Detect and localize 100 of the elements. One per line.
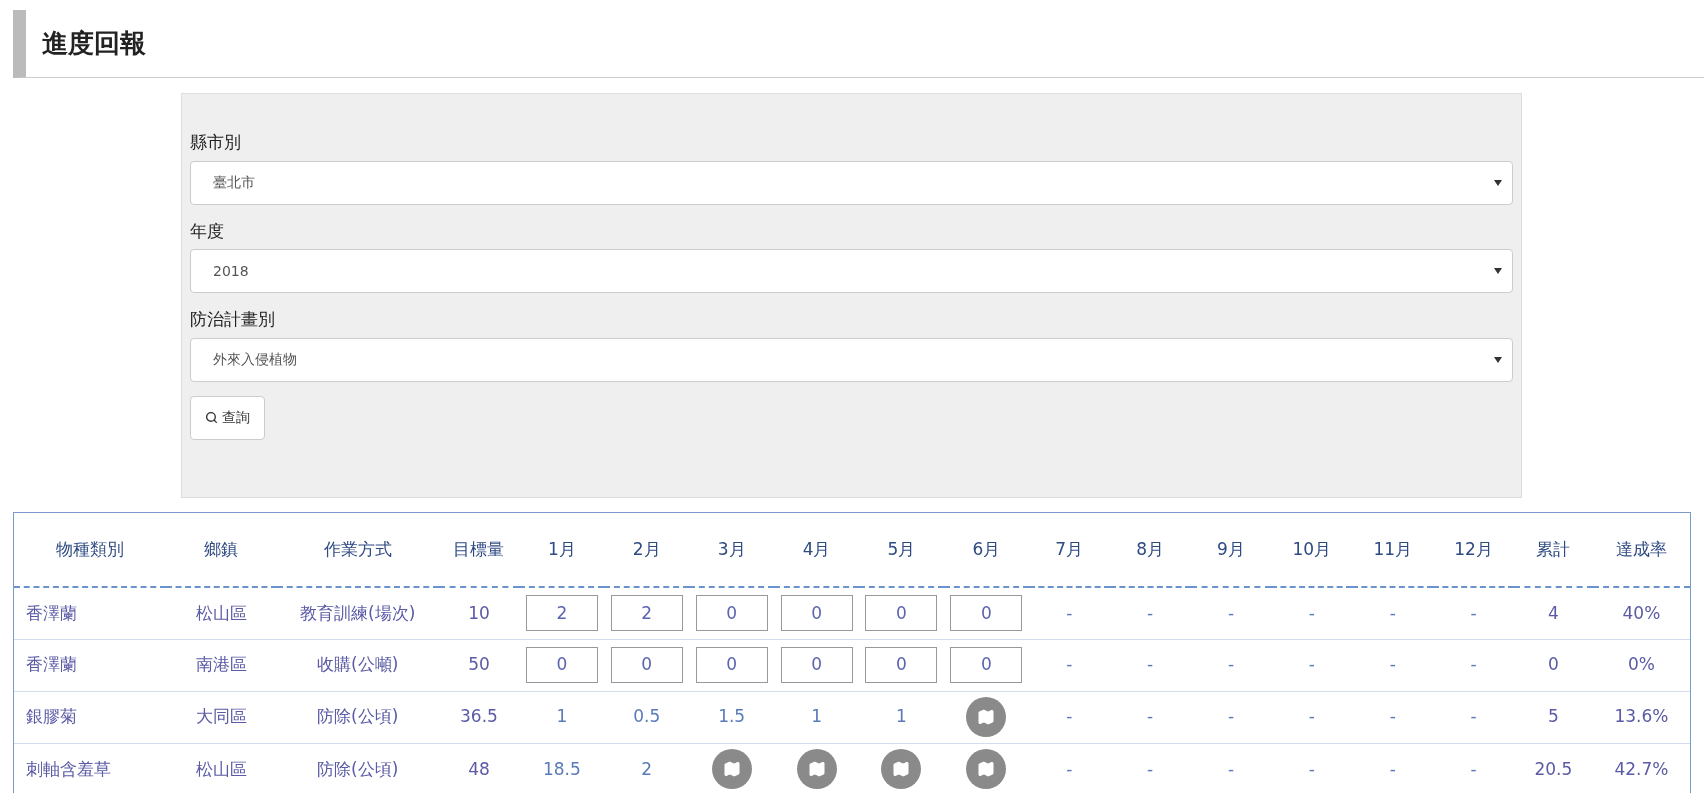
table-cell: - (1227, 758, 1235, 779)
value-input[interactable]: 0 (865, 595, 938, 632)
column-header: 達成率 (1592, 513, 1690, 587)
table-cell: 松山區 (165, 587, 277, 639)
value-input[interactable]: 0 (780, 595, 853, 632)
value-input[interactable]: 0 (950, 647, 1023, 683)
table-cell: 40% (1592, 587, 1690, 639)
field-label: 年度 (190, 219, 225, 243)
table-cell: - (1470, 654, 1477, 675)
field-label: 防治計畫別 (190, 308, 276, 331)
table-cell: - (1389, 706, 1396, 727)
column-header: 8月 (1109, 513, 1191, 587)
table-cell: 42.7% (1592, 743, 1690, 793)
dropdown-value: 外來入侵植物 (213, 350, 297, 369)
table-cell: 18.5 (542, 758, 581, 779)
table-cell: 2 (641, 758, 653, 779)
caret-icon (1494, 268, 1502, 274)
value-input[interactable]: 0 (610, 647, 683, 683)
map-button[interactable] (966, 749, 1007, 790)
table-cell: - (1308, 602, 1315, 623)
map-icon (722, 760, 741, 779)
table-cell: - (1066, 602, 1073, 623)
table-cell: 刺軸含羞草 (14, 743, 166, 793)
map-button[interactable] (881, 749, 922, 790)
table-cell: - (1227, 654, 1235, 675)
map-button[interactable] (966, 697, 1007, 737)
value-input[interactable]: 0 (865, 647, 938, 683)
value-input[interactable]: 2 (610, 595, 683, 632)
column-header: 6月 (943, 513, 1029, 587)
column-header: 作業方式 (276, 513, 439, 587)
table-cell: 銀膠菊 (14, 691, 166, 743)
map-button[interactable] (711, 749, 752, 790)
column-header: 物種類別 (14, 513, 166, 587)
table-cell: 5 (1514, 691, 1593, 743)
map-icon (977, 708, 996, 726)
table-cell: - (1308, 758, 1315, 779)
value-input[interactable]: 0 (950, 595, 1023, 632)
table-cell: 10 (438, 587, 520, 639)
table-cell: 松山區 (165, 743, 277, 793)
dropdown[interactable]: 外來入侵植物 (190, 337, 1513, 382)
column-header: 11月 (1352, 513, 1434, 587)
map-button[interactable] (796, 749, 837, 790)
table-cell: - (1147, 758, 1154, 779)
value-input[interactable]: 0 (695, 647, 768, 683)
dropdown[interactable]: 2018 (190, 249, 1513, 293)
table-cell: 1 (896, 706, 907, 727)
table-cell: 50 (438, 639, 520, 691)
value-input[interactable]: 2 (525, 595, 598, 632)
table-cell: 0 (1514, 639, 1593, 691)
caret-icon (1494, 179, 1502, 186)
column-header: 鄉鎮 (165, 513, 277, 587)
table-cell: 大同區 (165, 691, 277, 743)
column-header: 12月 (1433, 513, 1514, 587)
column-header: 10月 (1271, 513, 1353, 587)
column-header: 1月 (519, 513, 605, 587)
table-cell: 收購(公噸) (276, 639, 439, 691)
column-header: 7月 (1028, 513, 1110, 587)
table-cell: - (1308, 654, 1315, 675)
table-cell: 36.5 (438, 691, 520, 743)
table-cell: 1.5 (718, 706, 746, 727)
map-icon (977, 760, 996, 779)
caret-icon (1494, 356, 1502, 363)
column-header: 累計 (1514, 513, 1593, 587)
dropdown-value: 臺北市 (213, 173, 255, 192)
table-cell: - (1147, 706, 1154, 727)
table-cell: - (1389, 758, 1396, 779)
table-cell: 48 (438, 743, 520, 793)
table-cell: - (1227, 602, 1235, 623)
table-cell: 南港區 (165, 639, 277, 691)
table-cell: 1 (556, 706, 568, 727)
table-cell: - (1227, 706, 1235, 727)
table-cell: - (1066, 654, 1073, 675)
column-header: 5月 (859, 513, 944, 587)
table-cell: 香澤蘭 (14, 587, 166, 639)
dropdown[interactable]: 臺北市 (190, 160, 1513, 205)
table-cell: - (1308, 706, 1315, 727)
column-header: 2月 (604, 513, 690, 587)
table-cell: 20.5 (1514, 743, 1593, 793)
value-input[interactable]: 0 (695, 595, 768, 632)
table-cell: 香澤蘭 (14, 639, 166, 691)
table-cell: - (1066, 706, 1073, 727)
table-cell: 0% (1592, 639, 1690, 691)
search-button[interactable]: 查詢 (190, 395, 265, 440)
column-header: 3月 (689, 513, 775, 587)
search-icon (205, 411, 218, 424)
table-cell: 1 (811, 706, 822, 727)
table-cell: - (1147, 602, 1154, 623)
table-cell: - (1389, 602, 1396, 623)
field-label: 縣市別 (190, 131, 242, 154)
table-cell: - (1147, 654, 1154, 675)
value-input[interactable]: 0 (525, 647, 598, 683)
table-cell: - (1470, 758, 1477, 779)
column-header: 9月 (1190, 513, 1272, 587)
table-cell: - (1470, 706, 1477, 727)
table-cell: 防除(公頃) (276, 743, 439, 793)
table-cell: - (1389, 654, 1396, 675)
dropdown-value: 2018 (213, 261, 249, 281)
value-input[interactable]: 0 (780, 647, 853, 683)
map-icon (807, 760, 826, 779)
table-cell: 教育訓練(場次) (276, 587, 439, 639)
